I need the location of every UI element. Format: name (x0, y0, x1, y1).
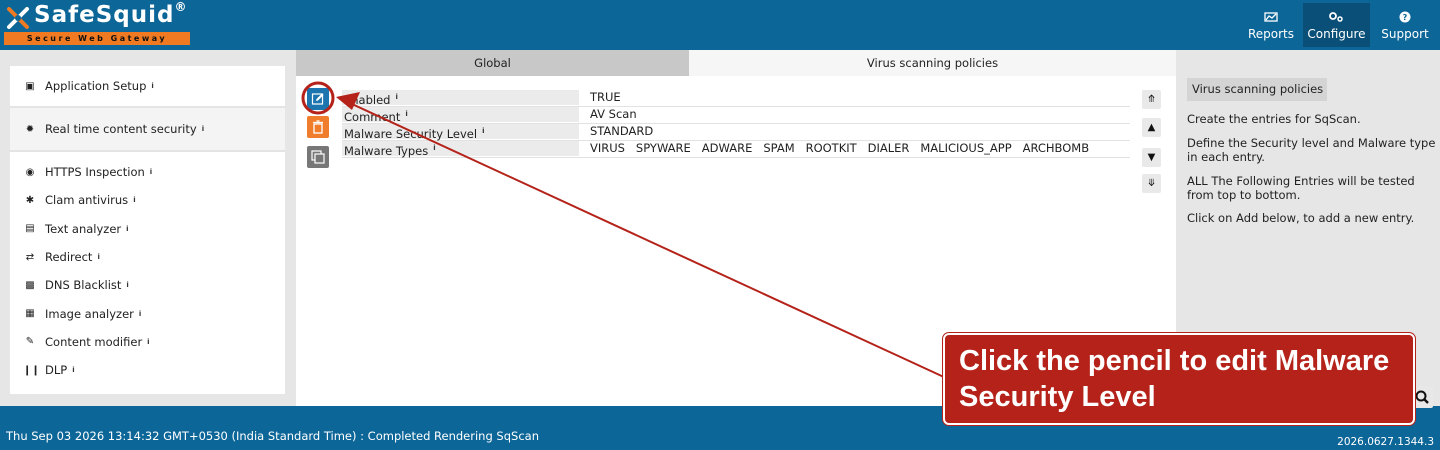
info-icon[interactable]: i (97, 253, 99, 261)
sidebar-item-label: DLP (45, 363, 68, 378)
sidebar-section-label: Real time content security (45, 122, 197, 136)
info-icon[interactable]: i (72, 366, 74, 374)
info-icon[interactable]: i (482, 127, 484, 135)
nav-reports[interactable]: Reports (1242, 3, 1300, 47)
random-icon: ⇄ (25, 251, 35, 263)
entry-row-malware-security-level[interactable]: Malware Security Level i STANDARD (342, 124, 1130, 141)
nav-configure[interactable]: Configure (1303, 3, 1370, 47)
logo-tagline: Secure Web Gateway (4, 32, 190, 45)
entry-row-enabled[interactable]: Enabled i TRUE (342, 90, 1130, 107)
help-line: Create the entries for SqScan. (1187, 112, 1361, 126)
sidebar-item-text-analyzer[interactable]: ▤ Text analyzer i (10, 215, 285, 243)
circle-arrow-up-icon: ⤊ (1147, 94, 1156, 105)
sidebar-item-label: Text analyzer (45, 221, 122, 236)
asterisk-icon: ✱ (25, 194, 35, 206)
move-to-bottom-button[interactable]: ⤋ (1142, 174, 1161, 193)
entry-value: STANDARD (590, 124, 654, 138)
nav-support-label: Support (1381, 27, 1429, 41)
info-icon[interactable]: i (126, 225, 128, 233)
sidebar-item-label: Image analyzer (45, 306, 134, 321)
image-icon: ▦ (25, 308, 35, 320)
info-icon[interactable]: i (202, 125, 204, 133)
help-title: Virus scanning policies (1187, 78, 1327, 101)
info-icon[interactable]: i (405, 110, 407, 118)
entry-value: TRUE (590, 90, 621, 104)
sidebar-item-label: DNS Blacklist (45, 278, 122, 293)
nav-configure-label: Configure (1307, 27, 1366, 41)
info-icon[interactable]: i (395, 93, 397, 101)
sidebar-item-https-inspection[interactable]: ◉ HTTPS Inspection i (10, 158, 285, 186)
svg-text:?: ? (1403, 13, 1408, 22)
sidebar-item-dns-blacklist[interactable]: ▩ DNS Blacklist i (10, 271, 285, 299)
sidebar-item-redirect[interactable]: ⇄ Redirect i (10, 243, 285, 271)
info-icon[interactable]: i (126, 281, 128, 289)
sidebar-item-dlp[interactable]: ❙❙ DLP i (10, 356, 285, 384)
entry-row-malware-types[interactable]: Malware Types i VIRUS SPYWARE ADWARE SPAM… (342, 141, 1130, 158)
entry-key: Comment i (342, 107, 579, 124)
sidebar-item-clam-antivirus[interactable]: ✱ Clam antivirus i (10, 186, 285, 214)
sidebar-item-label: Clam antivirus (45, 193, 129, 208)
sidebar-item-image-analyzer[interactable]: ▦ Image analyzer i (10, 299, 285, 327)
edit-entry-button[interactable] (307, 88, 329, 110)
sidebar-section-label: Application Setup (45, 79, 147, 93)
status-text: Thu Sep 03 2026 13:14:32 GMT+0530 (India… (6, 429, 539, 443)
copy-entry-button[interactable] (307, 146, 329, 168)
circle-arrow-down-icon: ⤋ (1147, 178, 1156, 189)
help-line: Define the Security level and Malware ty… (1187, 136, 1436, 164)
info-icon[interactable]: i (147, 338, 149, 346)
file-word-icon: ▤ (25, 223, 35, 235)
help-line: ALL The Following Entries will be tested… (1187, 174, 1415, 202)
entry-key: Enabled i (342, 90, 579, 107)
entry-key: Malware Security Level i (342, 124, 579, 141)
chart-icon (1264, 12, 1278, 22)
sidebar-item-label: Content modifier (45, 334, 143, 349)
trash-icon (313, 120, 323, 134)
gears-icon (1329, 12, 1343, 22)
info-icon[interactable]: i (150, 168, 152, 176)
barcode-icon: ❙❙ (23, 364, 40, 376)
sidebar-item-label: Redirect (45, 250, 93, 265)
nav-support[interactable]: ? Support (1374, 3, 1436, 47)
sidebar-section-real-time-content-security[interactable]: ✹ Real time content security i (10, 108, 285, 152)
move-to-top-button[interactable]: ⤊ (1142, 90, 1161, 109)
delete-entry-button[interactable] (307, 116, 329, 138)
copy-icon (311, 150, 325, 164)
move-down-button[interactable]: ▼ (1142, 148, 1161, 167)
triangle-up-icon: ▲ (1147, 122, 1156, 133)
info-icon[interactable]: i (139, 310, 141, 318)
info-icon[interactable]: i (133, 196, 135, 204)
pencil-icon (311, 93, 324, 105)
briefcase-icon: ▣ (25, 80, 35, 92)
tools-logo-icon (7, 7, 29, 29)
question-icon: ? (1399, 11, 1411, 23)
entry-value: AV Scan (590, 107, 637, 121)
top-header: SafeSquid® Secure Web Gateway Reports Co… (0, 0, 1440, 50)
dns-icon: ▩ (25, 279, 35, 291)
sidebar-item-label: HTTPS Inspection (45, 165, 145, 180)
help-line: Click on Add below, to add a new entry. (1187, 211, 1415, 225)
move-up-button[interactable]: ▲ (1142, 118, 1161, 137)
edit-icon: ✎ (25, 336, 35, 348)
sidebar-section-application-setup[interactable]: ▣ Application Setup i (10, 66, 285, 108)
entry-value: VIRUS SPYWARE ADWARE SPAM ROOTKIT DIALER… (590, 141, 1090, 155)
sidebar: ▣ Application Setup i ✹ Real time content… (10, 66, 285, 394)
entry-row-comment[interactable]: Comment i AV Scan (342, 107, 1130, 124)
eye-icon: ◉ (25, 166, 35, 178)
safesquid-logo[interactable]: SafeSquid® Secure Web Gateway (4, 0, 190, 46)
info-icon[interactable]: i (433, 144, 435, 152)
tab-global[interactable]: Global (296, 50, 689, 76)
triangle-down-icon: ▼ (1147, 152, 1156, 163)
logo-wordmark: SafeSquid® (34, 0, 188, 28)
sidebar-item-content-modifier[interactable]: ✎ Content modifier i (10, 328, 285, 356)
entry-key: Malware Types i (342, 141, 579, 158)
nav-reports-label: Reports (1247, 27, 1295, 41)
info-icon[interactable]: i (151, 82, 153, 90)
version-text: 2026.0627.1344.3 (1337, 436, 1434, 448)
bug-icon: ✹ (25, 123, 35, 135)
annotation-callout: Click the pencil to edit Malware Securit… (943, 333, 1415, 425)
tab-virus-scanning-policies[interactable]: Virus scanning policies (689, 50, 1176, 76)
